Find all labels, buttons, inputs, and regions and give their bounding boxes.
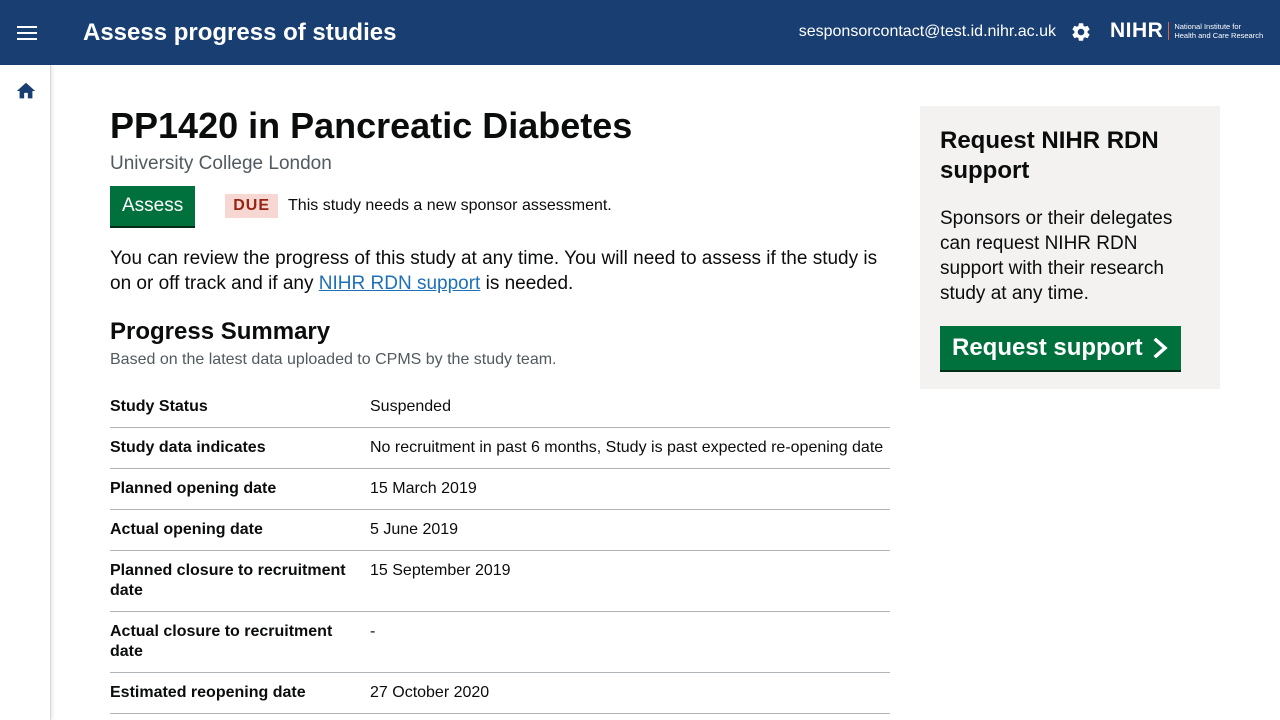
user-email: sesponsorcontact@test.id.nihr.ac.uk (798, 23, 1056, 40)
request-support-button[interactable]: Request support (940, 326, 1181, 370)
request-support-panel: Request NIHR RDN support Sponsors or the… (920, 106, 1220, 389)
progress-summary-title: Progress Summary (110, 318, 331, 345)
nihr-logo[interactable]: NIHR National Institute for Health and C… (1110, 19, 1263, 43)
summary-row: Actual opening date 5 June 2019 (110, 510, 890, 551)
summary-value: 27 October 2020 (370, 684, 490, 701)
gear-icon[interactable] (1070, 21, 1092, 43)
main-content: PP1420 in Pancreatic Diabetes University… (110, 106, 890, 714)
logo-divider (1168, 22, 1170, 40)
summary-key: Study Status (110, 398, 208, 415)
assess-button[interactable]: Assess (110, 186, 196, 226)
summary-row: Planned opening date 15 March 2019 (110, 469, 890, 510)
summary-key: Planned opening date (110, 480, 277, 497)
progress-summary-list: Study Status Suspended Study data indica… (110, 385, 890, 714)
intro-text-end: is needed. (480, 273, 574, 294)
study-title: PP1420 in Pancreatic Diabetes (110, 105, 633, 146)
nihr-rdn-support-link[interactable]: NIHR RDN support (319, 273, 481, 294)
request-support-text: Sponsors or their delegates can request … (940, 208, 1173, 304)
study-organisation: University College London (110, 153, 332, 174)
summary-key: Estimated reopening date (110, 684, 306, 701)
summary-value: Suspended (370, 398, 451, 415)
summary-row: Study Status Suspended (110, 385, 890, 428)
logo-subtitle-line1: National Institute for (1174, 22, 1242, 31)
summary-value: 15 March 2019 (370, 480, 477, 497)
summary-key: Planned closure to recruitment date (110, 562, 346, 599)
app-title[interactable]: Assess progress of studies (83, 18, 396, 48)
request-support-title: Request NIHR RDN support (940, 127, 1159, 184)
summary-key: Actual closure to recruitment date (110, 623, 333, 660)
summary-value: - (370, 623, 376, 640)
summary-key: Actual opening date (110, 521, 263, 538)
home-icon[interactable] (15, 80, 37, 102)
summary-row: Study data indicates No recruitment in p… (110, 428, 890, 469)
logo-subtitle-line2: Health and Care Research (1174, 31, 1264, 40)
summary-row: Actual closure to recruitment date - (110, 612, 890, 673)
summary-row: Estimated reopening date 27 October 2020 (110, 673, 890, 714)
chevron-right-icon (1153, 338, 1168, 358)
summary-value: 15 September 2019 (370, 562, 511, 579)
top-header: Assess progress of studies sesponsorcont… (0, 0, 1280, 65)
request-support-button-label: Request support (952, 334, 1143, 361)
summary-row: Planned closure to recruitment date 15 S… (110, 551, 890, 612)
progress-summary-subtitle: Based on the latest data uploaded to CPM… (110, 351, 557, 368)
logo-wordmark: NIHR (1110, 19, 1164, 42)
intro-paragraph: You can review the progress of this stud… (110, 246, 890, 296)
summary-key: Study data indicates (110, 439, 266, 456)
summary-value: No recruitment in past 6 months, Study i… (370, 439, 884, 456)
menu-icon[interactable] (14, 21, 40, 45)
due-status-text: This study needs a new sponsor assessmen… (288, 197, 612, 214)
assessment-action-row: Assess DUE This study needs a new sponso… (110, 186, 890, 226)
due-status-tag: DUE (225, 194, 279, 218)
summary-value: 5 June 2019 (370, 521, 459, 538)
logo-subtitle: National Institute for Health and Care R… (1174, 22, 1263, 40)
side-nav (0, 65, 51, 720)
